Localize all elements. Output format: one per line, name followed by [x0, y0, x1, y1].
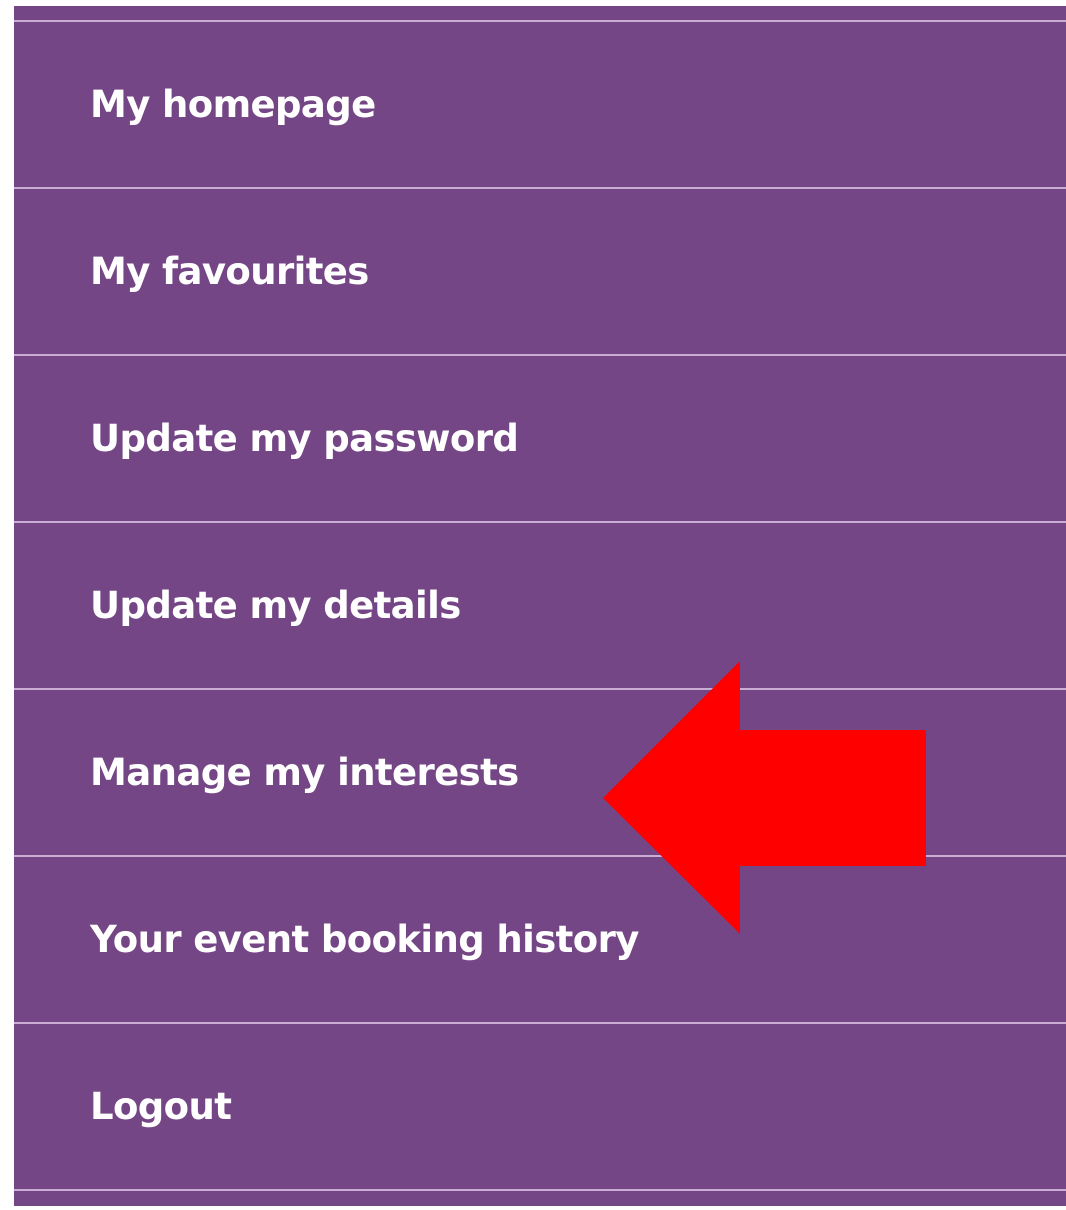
menu-item-label: Manage my interests — [90, 751, 519, 794]
menu-item-label: Logout — [90, 1085, 232, 1128]
menu-item-label: Your event booking history — [90, 918, 639, 961]
account-menu: My homepage My favourites Update my pass… — [14, 6, 1066, 1206]
account-menu-list: My homepage My favourites Update my pass… — [14, 20, 1066, 1191]
menu-item-update-my-password[interactable]: Update my password — [14, 356, 1066, 523]
menu-item-logout[interactable]: Logout — [14, 1024, 1066, 1191]
menu-item-event-booking-history[interactable]: Your event booking history — [14, 857, 1066, 1024]
menu-item-update-my-details[interactable]: Update my details — [14, 523, 1066, 690]
menu-item-label: My favourites — [90, 250, 369, 293]
menu-item-my-favourites[interactable]: My favourites — [14, 189, 1066, 356]
menu-item-label: Update my password — [90, 417, 519, 460]
menu-item-label: My homepage — [90, 83, 376, 126]
menu-item-my-homepage[interactable]: My homepage — [14, 22, 1066, 189]
menu-item-label: Update my details — [90, 584, 461, 627]
menu-item-manage-my-interests[interactable]: Manage my interests — [14, 690, 1066, 857]
